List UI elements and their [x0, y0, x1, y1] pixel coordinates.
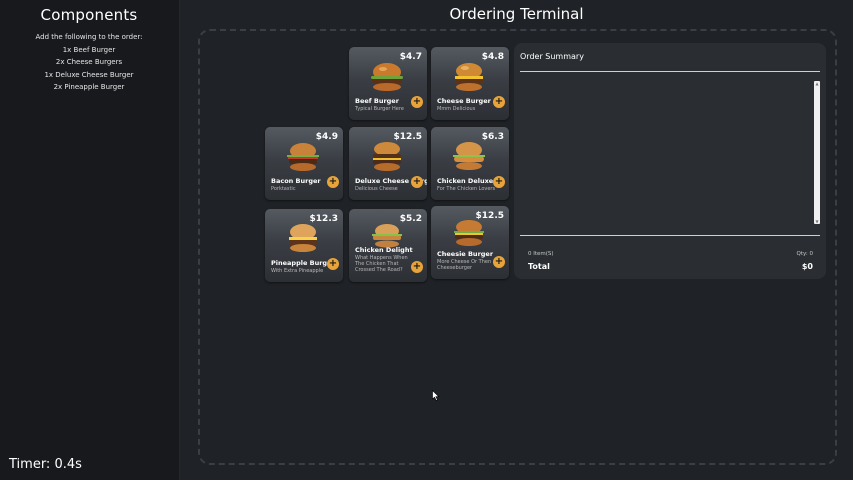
add-to-order-button[interactable]: +: [493, 96, 505, 108]
page-title: Ordering Terminal: [449, 5, 584, 23]
total-label: Total: [528, 262, 550, 271]
divider: [520, 235, 820, 236]
item-count: 0 Item(S): [528, 251, 554, 257]
burger-image: [373, 142, 401, 171]
order-list-scrollbar[interactable]: ▲ ▼: [814, 81, 820, 224]
item-price: $4.7: [399, 52, 422, 62]
item-description: Delicious Cheese: [355, 186, 398, 192]
sidebar-title: Components: [40, 6, 138, 24]
item-description: Typical Burger Here: [355, 106, 404, 112]
item-name: Bacon Burger: [271, 177, 321, 185]
mouse-cursor-icon: [432, 390, 440, 401]
add-to-order-button[interactable]: +: [327, 176, 339, 188]
menu-card-bacon-burger[interactable]: $4.9 Bacon Burger Porktastic +: [265, 127, 343, 200]
add-to-order-button[interactable]: +: [493, 256, 505, 268]
order-summary-title: Order Summary: [520, 52, 584, 61]
burger-image: [453, 142, 485, 170]
instruction-line: Add the following to the order:: [35, 33, 143, 41]
order-summary-panel: Order Summary ▲ ▼ 0 Item(S) Qty: 0 Total…: [514, 43, 826, 279]
item-name: Beef Burger: [355, 97, 399, 105]
instruction-line: 2x Cheese Burgers: [55, 58, 123, 67]
item-price: $12.3: [309, 214, 338, 224]
instruction-line: 1x Beef Burger: [62, 45, 116, 54]
menu-card-beef-burger[interactable]: $4.7 Beef Burger Typical Burger Here +: [349, 47, 427, 120]
instruction-line: 2x Pineapple Burger: [53, 83, 125, 92]
burger-image: [289, 224, 317, 252]
item-description: More Cheese Or Then Cheeseburger: [437, 259, 492, 271]
add-to-order-button[interactable]: +: [493, 176, 505, 188]
item-description: Porktastic: [271, 186, 296, 192]
scroll-down-arrow-icon[interactable]: ▼: [814, 219, 820, 224]
burger-image: [455, 63, 483, 91]
burger-image: [287, 143, 319, 171]
quantity-count: Qty: 0: [796, 251, 813, 257]
item-price: $6.3: [481, 132, 504, 142]
item-name: Cheesie Burger: [437, 250, 494, 258]
item-name: Pineapple Burger: [271, 259, 335, 267]
menu-card-cheesie-burger[interactable]: $12.5 Cheesie Burger More Cheese Or Then…: [431, 206, 509, 279]
item-name: Chicken Deluxe: [437, 177, 494, 185]
item-name: Cheese Burger: [437, 97, 491, 105]
item-description: With Extra Pineapple: [271, 268, 324, 274]
timer: Timer: 0.4s: [9, 457, 82, 472]
item-name: Chicken Delight: [355, 246, 413, 254]
item-price: $12.5: [393, 132, 422, 142]
task-instructions: Add the following to the order: 1x Beef …: [0, 31, 178, 94]
item-description: Mmm Delicious: [437, 106, 476, 112]
menu-card-chicken-deluxe[interactable]: $6.3 Chicken Deluxe For The Chicken Love…: [431, 127, 509, 200]
add-to-order-button[interactable]: +: [411, 261, 423, 273]
total-value: $0: [801, 262, 813, 271]
add-to-order-button[interactable]: +: [411, 176, 423, 188]
item-price: $5.2: [399, 214, 422, 224]
instruction-line: 1x Deluxe Cheese Burger: [44, 70, 134, 79]
item-description: For The Chicken Lovers: [437, 186, 496, 192]
item-price: $4.9: [315, 132, 338, 142]
main-panel: Ordering Terminal $4.7 Beef Burger Typic…: [179, 0, 853, 480]
menu-card-pineapple-burger[interactable]: $12.3 Pineapple Burger With Extra Pineap…: [265, 209, 343, 282]
item-description: What Happens When The Chicken That Cross…: [355, 255, 408, 273]
divider: [520, 71, 820, 72]
burger-image: [454, 220, 484, 246]
menu-card-cheese-burger[interactable]: $4.8 Cheese Burger Mmm Delicious +: [431, 47, 509, 120]
item-price: $4.8: [481, 52, 504, 62]
add-to-order-button[interactable]: +: [327, 258, 339, 270]
burger-image: [371, 63, 403, 91]
menu-card-chicken-delight[interactable]: $5.2 Chicken Delight What Happens When T…: [349, 209, 427, 282]
scroll-up-arrow-icon[interactable]: ▲: [814, 81, 820, 86]
menu-card-deluxe-cheese-burger[interactable]: $12.5 Deluxe Cheese Burger Delicious Che…: [349, 127, 427, 200]
item-price: $12.5: [475, 211, 504, 221]
sidebar: Components Add the following to the orde…: [0, 0, 178, 480]
add-to-order-button[interactable]: +: [411, 96, 423, 108]
